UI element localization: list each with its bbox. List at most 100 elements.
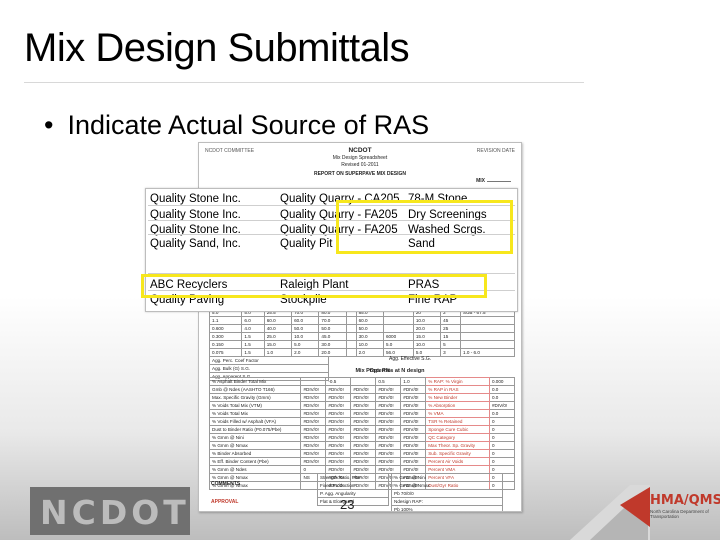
property-row: % Voids Filled w/ Asphalt (VFA) #DIV/0! #D… xyxy=(208,417,516,426)
property-cell: #DIV/0! xyxy=(488,401,516,410)
footer-row: Strength Ratio, Pbe* xyxy=(317,473,389,482)
footer-right-row: Pb 100% xyxy=(391,505,503,511)
gradation-cell: 40.0 xyxy=(263,324,293,333)
gradation-cell: 15.0 xyxy=(412,332,442,341)
highlight-box-fine-agg xyxy=(336,200,513,254)
property-cell: 0 xyxy=(488,417,516,426)
page-number: 23 xyxy=(340,497,355,512)
footer-row: Fixed Production xyxy=(317,481,389,490)
gradation-cell xyxy=(345,332,357,341)
property-row: Gmb @ Ndes (AASHTO T166) #DIV/0! #DIV/0! #D… xyxy=(208,385,516,394)
property-cell: 0.0 xyxy=(488,385,516,394)
property-cell: #DIV/0! xyxy=(375,433,402,442)
property-cell: #DIV/0! xyxy=(375,449,402,458)
property-cell: #DIV/0! xyxy=(375,409,402,418)
property-cell: 0.0 xyxy=(488,409,516,418)
footer-right-cell: % Gmm @ Nmax xyxy=(391,481,503,490)
ncdot-logo: NCDOT xyxy=(30,487,190,535)
property-row: % Voids Total Mix (VTM) #DIV/0! #DIV/0! #DI… xyxy=(208,401,516,410)
property-cell: #DIV/0! xyxy=(325,393,352,402)
gradation-cell xyxy=(460,324,515,333)
gradation-cell xyxy=(345,324,357,333)
gradation-row: 1.1 6.0 60.0 60.0 70.0 60.0 10.0 45 xyxy=(208,316,515,325)
property-cell: % Absorption xyxy=(425,401,490,410)
gradation-cell: 5.0 xyxy=(291,340,320,349)
property-cell: #DIV/0! xyxy=(400,385,427,394)
gradation-cell: 0.300 xyxy=(208,332,243,341)
property-cell: % Binder Absorbed xyxy=(208,449,302,458)
property-cell: #DIV/0! xyxy=(400,433,427,442)
gradation-cell: 4.0 xyxy=(241,324,265,333)
property-cell: % Gmm @ Nmax xyxy=(208,441,302,450)
property-cell: % Voids Filled w/ Asphalt (VFA) xyxy=(208,417,302,426)
sheet-line-2: Revised 01-2011 xyxy=(341,162,379,168)
property-cell: #DIV/0! xyxy=(400,425,427,434)
gradation-cell: 10.0 xyxy=(291,332,320,341)
property-cell: #DIV/0! xyxy=(300,385,327,394)
slide-title: Mix Design Submittals xyxy=(24,26,410,70)
property-row: % Binder Absorbed #DIV/0! #DIV/0! #DIV/0! #D… xyxy=(208,449,516,458)
gradation-cell: 5.0 xyxy=(382,340,414,349)
property-cell: % Asphalt Binder Total Mix xyxy=(208,377,302,386)
property-cell: Gmb @ Ndes (AASHTO T166) xyxy=(208,385,302,394)
gradation-cell: 25.0 xyxy=(263,332,293,341)
property-cell: #DIV/0! xyxy=(300,417,327,426)
footer-right-row: Pb 70/0/0 xyxy=(391,489,503,498)
gradation-row: 0.150 1.5 15.0 5.0 30.0 10.0 5.0 10.0 5 xyxy=(208,340,515,349)
property-cell: Max. Specific Gravity (Gmm) xyxy=(208,393,302,402)
property-cell: 1.0 xyxy=(400,377,427,386)
source-producer: Quality Sand, Inc. xyxy=(150,238,241,250)
sheet-line-3: REPORT ON SUPERPAVE MIX DESIGN xyxy=(313,171,407,177)
gradation-cell: 2.0 xyxy=(355,348,384,357)
property-row: % Voids Total Mix #DIV/0! #DIV/0! #DIV/0! #D… xyxy=(208,409,516,418)
property-cell: % Eff. Binder Content (Pbe) xyxy=(208,457,302,466)
property-cell: Sponge Cure Cubic xyxy=(425,425,490,434)
property-cell: #DIV/0! xyxy=(375,457,402,466)
property-cell: 0.5 xyxy=(375,377,402,386)
property-cell: QC Category xyxy=(425,433,490,442)
property-row: Dust to Binder Ratio (P0.075/Pbe) #DIV/0!… xyxy=(208,425,516,434)
gradation-cell: 60.0 xyxy=(263,316,293,325)
approved-label: APPROVAL xyxy=(211,499,239,505)
property-cell: #DIV/0! xyxy=(350,425,377,434)
property-cell: -0.5 xyxy=(325,377,352,386)
gradation-cell: 45.0 xyxy=(318,332,347,341)
hma-qms-logo: HMA/QMS North Carolina Department of Tra… xyxy=(570,475,720,540)
gradation-cell: 0.600 xyxy=(208,324,243,333)
property-cell: #DIV/0! xyxy=(375,441,402,450)
gradation-row: 0.300 1.5 25.0 10.0 45.0 30.0 6000 15.0 15 xyxy=(208,332,515,341)
property-row: % Asphalt Binder Total Mix -0.5 0.5 1.0% RA… xyxy=(208,377,516,386)
property-row: Max. Specific Gravity (Gmm) #DIV/0! #DIV/0… xyxy=(208,393,516,402)
gradation-row: 0.600 4.0 40.0 50.0 50.0 50.0 20.0 25 xyxy=(208,324,515,333)
property-row: % Gmm @ Nini #DIV/0! #DIV/0! #DIV/0! #DIV/0!… xyxy=(208,433,516,442)
effective-sg-label: Agg. Effective S.G. xyxy=(389,356,432,362)
property-cell: 0 xyxy=(488,425,516,434)
gradation-cell: 60.0 xyxy=(355,316,384,325)
footer-right-row: Ndesign RAP: xyxy=(391,497,503,506)
bullet-icon: • xyxy=(44,110,54,140)
gradation-cell xyxy=(382,316,414,325)
property-cell: #DIV/0! xyxy=(300,441,327,450)
gradation-cell: 1.1 xyxy=(208,316,243,325)
property-cell: 0 xyxy=(488,433,516,442)
property-cell: % RAP in RAS xyxy=(425,385,490,394)
property-cell: #DIV/0! xyxy=(350,401,377,410)
gradation-cell xyxy=(460,340,515,349)
property-cell: % RAP: % Virgin xyxy=(425,377,490,386)
gradation-cell: 0.150 xyxy=(208,340,243,349)
property-cell: #DIV/0! xyxy=(300,433,327,442)
property-cell: #DIV/0! xyxy=(375,417,402,426)
gradation-table: 5.0 5.0 25.5 70.0 80.0 85.0 20 2 SUB - 67.5 1.1 6.… xyxy=(208,308,515,357)
gradation-cell: 1.5 xyxy=(241,332,265,341)
gradation-cell: 20.0 xyxy=(412,324,442,333)
agg-prop-row: Agg. Perc. Coef Factor xyxy=(209,356,329,365)
footer-right-row: % Gmm @ Nini xyxy=(391,473,503,482)
property-cell: % VMA xyxy=(425,409,490,418)
gradation-cell: 5 xyxy=(440,340,462,349)
property-cell: #DIV/0! xyxy=(350,449,377,458)
footer-right-cell: Ndesign RAP: xyxy=(391,497,503,506)
gradation-cell: 10.0 xyxy=(412,316,442,325)
gradation-cell: 70.0 xyxy=(318,316,347,325)
property-cell: 0 xyxy=(488,457,516,466)
property-cell: #DIV/0! xyxy=(325,441,352,450)
